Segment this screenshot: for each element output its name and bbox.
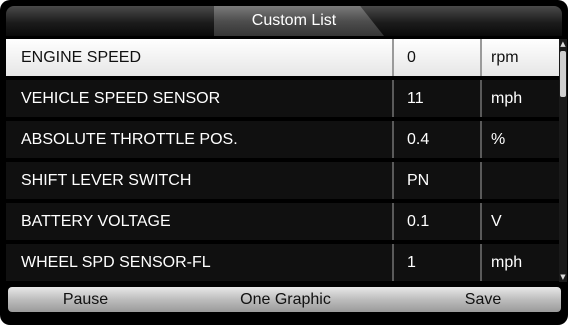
column-divider bbox=[480, 39, 482, 76]
parameter-unit: mph bbox=[491, 254, 523, 271]
column-divider bbox=[480, 203, 482, 240]
parameter-unit: % bbox=[491, 131, 506, 148]
parameter-name: SHIFT LEVER SWITCH bbox=[21, 172, 192, 189]
table-row[interactable]: VEHICLE SPEED SENSOR 11 mph bbox=[6, 80, 559, 117]
title-bar: Custom List bbox=[6, 6, 562, 36]
table-row[interactable]: ENGINE SPEED 0 rpm bbox=[6, 39, 559, 76]
parameter-name: BATTERY VOLTAGE bbox=[21, 213, 171, 230]
table-row[interactable]: BATTERY VOLTAGE 0.1 V bbox=[6, 203, 559, 240]
column-divider bbox=[392, 203, 394, 240]
data-list: ENGINE SPEED 0 rpm VEHICLE SPEED SENSOR … bbox=[6, 39, 559, 282]
save-button[interactable]: Save bbox=[408, 287, 558, 312]
parameter-unit: mph bbox=[491, 90, 523, 107]
table-row[interactable]: SHIFT LEVER SWITCH PN bbox=[6, 162, 559, 199]
parameter-value: 1 bbox=[407, 254, 416, 271]
column-divider bbox=[392, 80, 394, 117]
scrollbar[interactable]: ▲ ▼ bbox=[559, 39, 567, 282]
scroll-up-icon[interactable]: ▲ bbox=[559, 39, 567, 49]
parameter-value: 0 bbox=[407, 49, 416, 66]
parameter-name: WHEEL SPD SENSOR-FL bbox=[21, 254, 211, 271]
table-row[interactable]: ABSOLUTE THROTTLE POS. 0.4 % bbox=[6, 121, 559, 158]
one-graphic-button[interactable]: One Graphic bbox=[193, 287, 378, 312]
bottom-toolbar: Pause One Graphic Save bbox=[8, 287, 561, 312]
column-divider bbox=[480, 80, 482, 117]
parameter-name: ENGINE SPEED bbox=[21, 49, 142, 66]
parameter-value: 11 bbox=[407, 90, 424, 107]
scroll-down-icon[interactable]: ▼ bbox=[559, 272, 567, 282]
parameter-unit bbox=[491, 162, 551, 199]
parameter-name: VEHICLE SPEED SENSOR bbox=[21, 90, 221, 107]
column-divider bbox=[392, 244, 394, 281]
column-divider bbox=[392, 121, 394, 158]
pause-button[interactable]: Pause bbox=[8, 287, 163, 312]
parameter-value: PN bbox=[407, 172, 430, 189]
column-divider bbox=[392, 39, 394, 76]
parameter-value: 0.4 bbox=[407, 131, 430, 148]
parameter-name: ABSOLUTE THROTTLE POS. bbox=[21, 131, 238, 148]
scroll-thumb[interactable] bbox=[560, 51, 566, 97]
device-screen: Custom List ENGINE SPEED 0 rpm VEHICLE S… bbox=[0, 0, 568, 325]
table-row[interactable]: WHEEL SPD SENSOR-FL 1 mph bbox=[6, 244, 559, 281]
parameter-unit: V bbox=[491, 213, 502, 230]
parameter-unit: rpm bbox=[491, 49, 519, 66]
parameter-value: 0.1 bbox=[407, 213, 430, 230]
page-title: Custom List bbox=[251, 12, 337, 29]
column-divider bbox=[480, 121, 482, 158]
column-divider bbox=[480, 244, 482, 281]
column-divider bbox=[480, 162, 482, 199]
column-divider bbox=[392, 162, 394, 199]
